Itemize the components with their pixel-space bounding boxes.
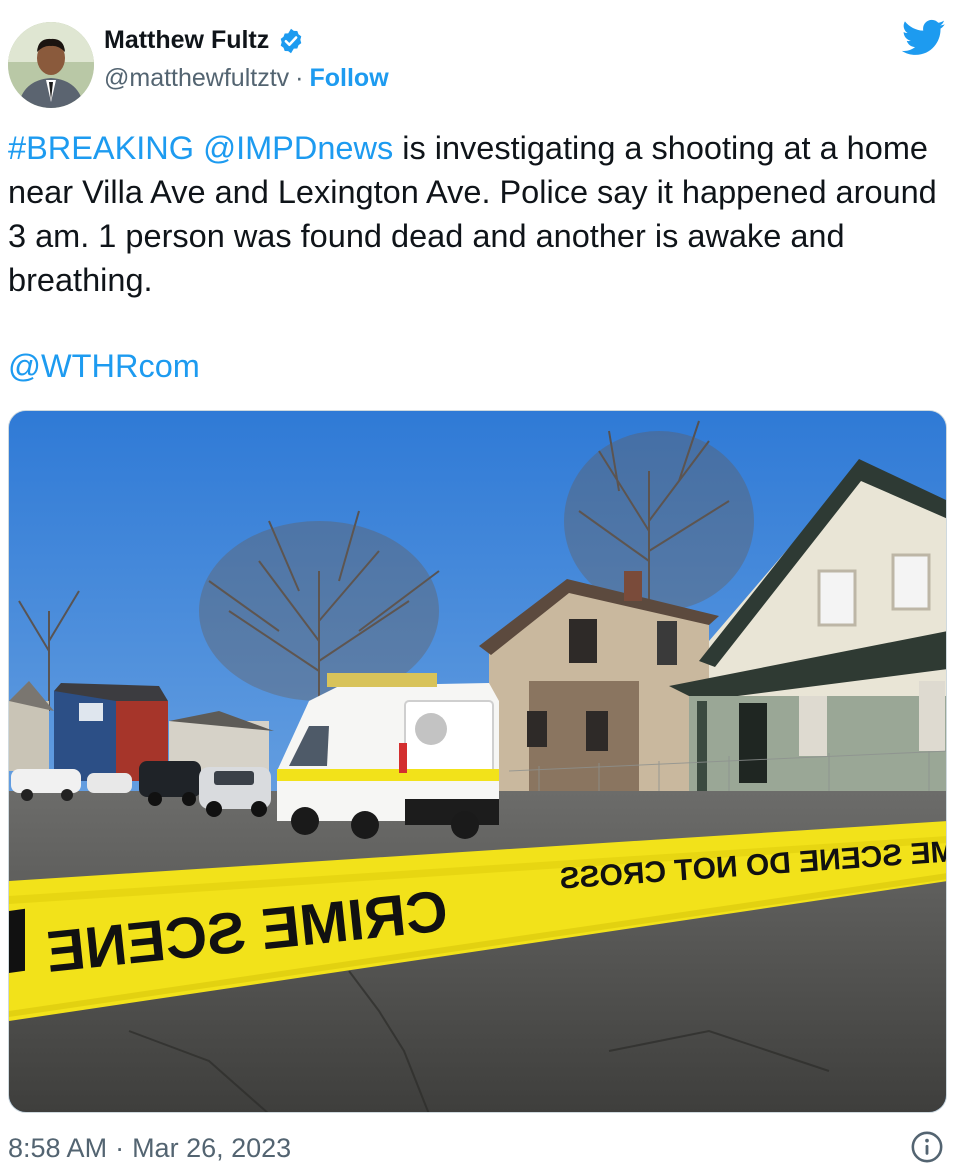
author-avatar[interactable] xyxy=(8,22,94,108)
author-handle[interactable]: @matthewfultztv xyxy=(104,64,289,93)
tweet-date[interactable]: Mar 26, 2023 xyxy=(132,1133,291,1164)
follow-button[interactable]: Follow xyxy=(309,64,388,93)
mention-wthrcom[interactable]: @WTHRcom xyxy=(8,348,200,384)
tweet-time[interactable]: 8:58 AM xyxy=(8,1133,107,1164)
twitter-bird-icon[interactable] xyxy=(901,18,946,58)
info-icon[interactable] xyxy=(910,1130,944,1164)
hashtag-breaking[interactable]: #BREAKING xyxy=(8,130,194,166)
verified-badge-icon xyxy=(277,27,305,55)
mention-impdnews[interactable]: @IMPDnews xyxy=(203,130,393,166)
author-name[interactable]: Matthew Fultz xyxy=(104,26,269,55)
handle-separator: · xyxy=(295,64,304,92)
tweet-photo[interactable]: CRIME SCENE CRIME SCENE DO NOT CROSS xyxy=(8,410,947,1113)
tweet-text: #BREAKING @IMPDnews is investigating a s… xyxy=(8,126,948,302)
tweet-header: Matthew Fultz @matthewfultztv · Follow xyxy=(0,0,960,110)
tweet-timestamp[interactable]: 8:58 AM · Mar 26, 2023 xyxy=(8,1128,952,1168)
credit-line: @WTHRcom xyxy=(8,344,200,388)
timestamp-separator: · xyxy=(115,1132,125,1163)
